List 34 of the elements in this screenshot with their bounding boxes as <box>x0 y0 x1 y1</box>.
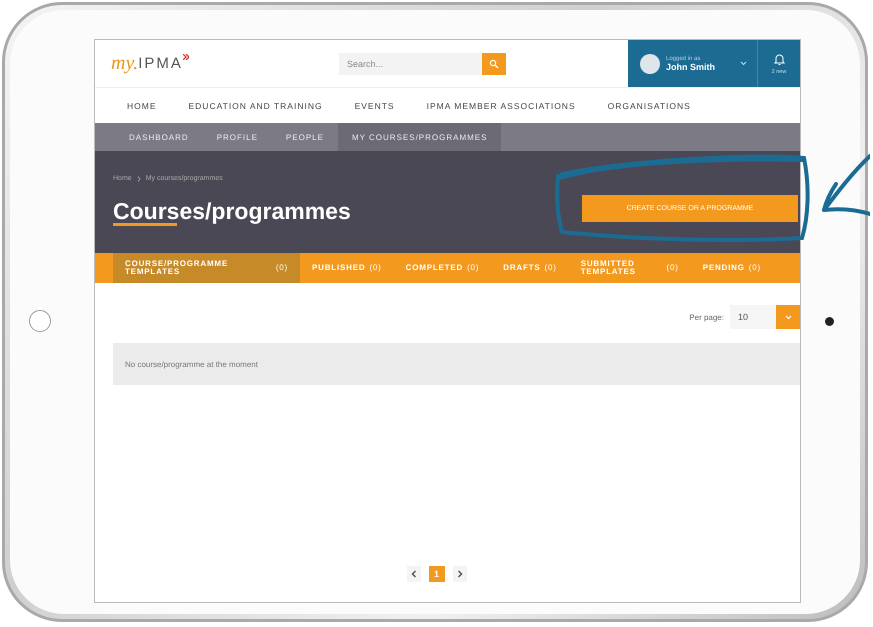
per-page-select[interactable]: 10 <box>730 305 800 329</box>
search-field[interactable]: Search... <box>339 52 482 74</box>
logo-text: my. <box>111 52 138 75</box>
status-tab[interactable]: SUBMITTED TEMPLATES (0) <box>568 253 691 283</box>
sub-nav-tab[interactable]: PEOPLE <box>272 123 338 151</box>
search-icon <box>489 58 499 68</box>
avatar-icon <box>640 54 660 74</box>
chevron-icon <box>136 176 141 182</box>
status-tab[interactable]: PENDING (0) <box>690 253 773 283</box>
nav-link[interactable]: EDUCATION AND TRAINING <box>170 100 337 110</box>
per-page-label: Per page: <box>689 312 724 322</box>
status-tab[interactable]: PUBLISHED (0) <box>300 253 394 283</box>
empty-message: No course/programme at the moment <box>113 343 800 385</box>
status-tab[interactable]: DRAFTS (0) <box>491 253 569 283</box>
user-name: John Smith <box>666 62 716 72</box>
logo-text: IPMA <box>138 55 183 72</box>
nav-link[interactable]: HOME <box>109 100 170 110</box>
sub-nav-tab[interactable]: PROFILE <box>202 123 272 151</box>
next-page-button[interactable] <box>452 566 466 582</box>
chevron-right-icon <box>456 570 462 578</box>
sub-nav-tab[interactable]: DASHBOARD <box>115 123 203 151</box>
page-button[interactable]: 1 <box>428 566 444 582</box>
status-tab[interactable]: COURSE/PROGRAMME TEMPLATES (0) <box>113 253 300 283</box>
sub-nav-tab[interactable]: MY COURSES/PROGRAMMES <box>338 123 502 151</box>
caret-icon <box>740 61 747 66</box>
previous-page-button[interactable] <box>406 566 420 582</box>
bell-icon <box>774 52 784 66</box>
nav-link[interactable]: ORGANISATIONS <box>590 100 705 110</box>
chevron-icon <box>182 54 189 60</box>
caret-icon <box>784 314 792 320</box>
status-tab[interactable]: COMPLETED (0) <box>394 253 492 283</box>
nav-link[interactable]: EVENTS <box>336 100 409 110</box>
chevron-left-icon <box>410 570 416 578</box>
nav-link[interactable]: IPMA MEMBER ASSOCIATIONS <box>408 100 590 110</box>
